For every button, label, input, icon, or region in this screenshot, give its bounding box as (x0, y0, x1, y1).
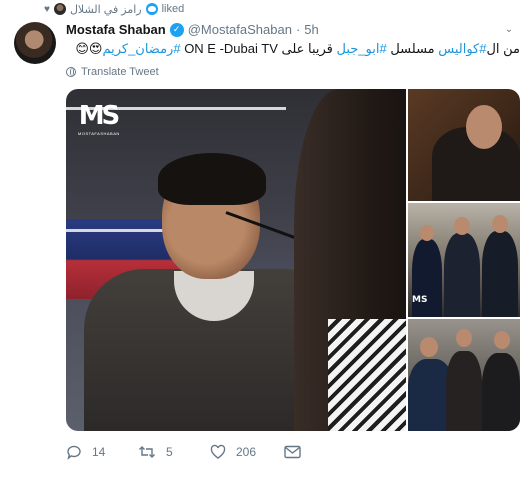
liker-name[interactable]: رامز في الشلال (70, 3, 142, 16)
logo-mark-icon: MS (78, 101, 121, 131)
translate-tweet-link[interactable]: Translate Tweet (66, 66, 159, 78)
retweet-icon (139, 446, 155, 458)
logo-mark-icon: MS (412, 295, 428, 305)
person-figure (412, 239, 442, 317)
hashtag-link[interactable]: #ابو_جبل (337, 41, 387, 56)
tweet-text-part: قريبا على ON E -Dubai TV (180, 41, 337, 56)
media-grid: MS MOSTAFASHABAN MS (66, 89, 520, 431)
tweet-header: Mostafa Shaban ✓ @MostafaShaban · 5h (66, 22, 319, 37)
retweet-count: 5 (166, 445, 173, 459)
chevron-down-icon[interactable]: ⌄ (502, 24, 516, 38)
logo-wordmark: MOSTAFASHABAN (78, 131, 120, 136)
tweet-timestamp[interactable]: 5h (304, 22, 318, 37)
translate-label[interactable]: Translate Tweet (81, 66, 159, 78)
thumbnail-photo-1[interactable] (408, 89, 520, 201)
heart-icon: ♥ (44, 3, 50, 15)
like-icon (210, 444, 226, 459)
envelope-icon (284, 445, 301, 459)
thumbnail-photo-3[interactable] (408, 319, 520, 431)
hashtag-link[interactable]: #كواليس (438, 41, 486, 56)
retweet-button[interactable]: 5 (138, 444, 210, 460)
verified-badge-icon: ✓ (169, 22, 184, 37)
reply-button[interactable]: 14 (66, 444, 138, 460)
globe-icon (66, 67, 76, 77)
hair-shape (158, 153, 266, 205)
direct-message-button[interactable] (284, 445, 356, 459)
author-display-name[interactable]: Mostafa Shaban (66, 22, 166, 37)
face-shape (494, 331, 510, 349)
watermark-logo: MS MOSTAFASHABAN (78, 101, 121, 147)
face-shape (420, 337, 438, 357)
emoji: 😍😊 (75, 42, 103, 57)
reply-icon (67, 445, 81, 460)
person-figure (444, 233, 480, 317)
thumbnail-photo-2[interactable]: MS (408, 203, 520, 317)
liker-avatar[interactable] (53, 3, 66, 15)
liked-label: liked (161, 3, 185, 15)
face-shape (466, 105, 502, 149)
face-shape (456, 329, 472, 347)
reply-count: 14 (92, 445, 106, 459)
liked-notification: ♥ رامز في الشلال liked (44, 2, 184, 16)
main-photo[interactable]: MS MOSTAFASHABAN (66, 89, 406, 431)
tweet-text: من ال#كواليس مسلسل #ابو_جبل قريبا على ON… (66, 40, 520, 59)
person-figure (446, 351, 482, 431)
person-figure (482, 231, 518, 317)
face-shape (454, 217, 470, 235)
liker-avatar-secondary[interactable] (145, 3, 158, 15)
tweet-actions: 14 5 206 (66, 444, 356, 460)
tweet-text-part: مسلسل (386, 41, 439, 56)
like-button[interactable]: 206 (210, 444, 284, 460)
author-handle[interactable]: @MostafaShaban (188, 22, 292, 37)
face-shape (420, 225, 434, 241)
striped-top (328, 319, 406, 431)
person-figure (482, 353, 520, 431)
like-count: 206 (236, 445, 257, 459)
tweet-text-part: من ال (486, 41, 520, 56)
hashtag-link[interactable]: #رمضان_كريم (102, 41, 180, 56)
face-shape (492, 215, 508, 233)
header-separator: · (295, 22, 301, 37)
author-avatar[interactable] (14, 22, 56, 64)
